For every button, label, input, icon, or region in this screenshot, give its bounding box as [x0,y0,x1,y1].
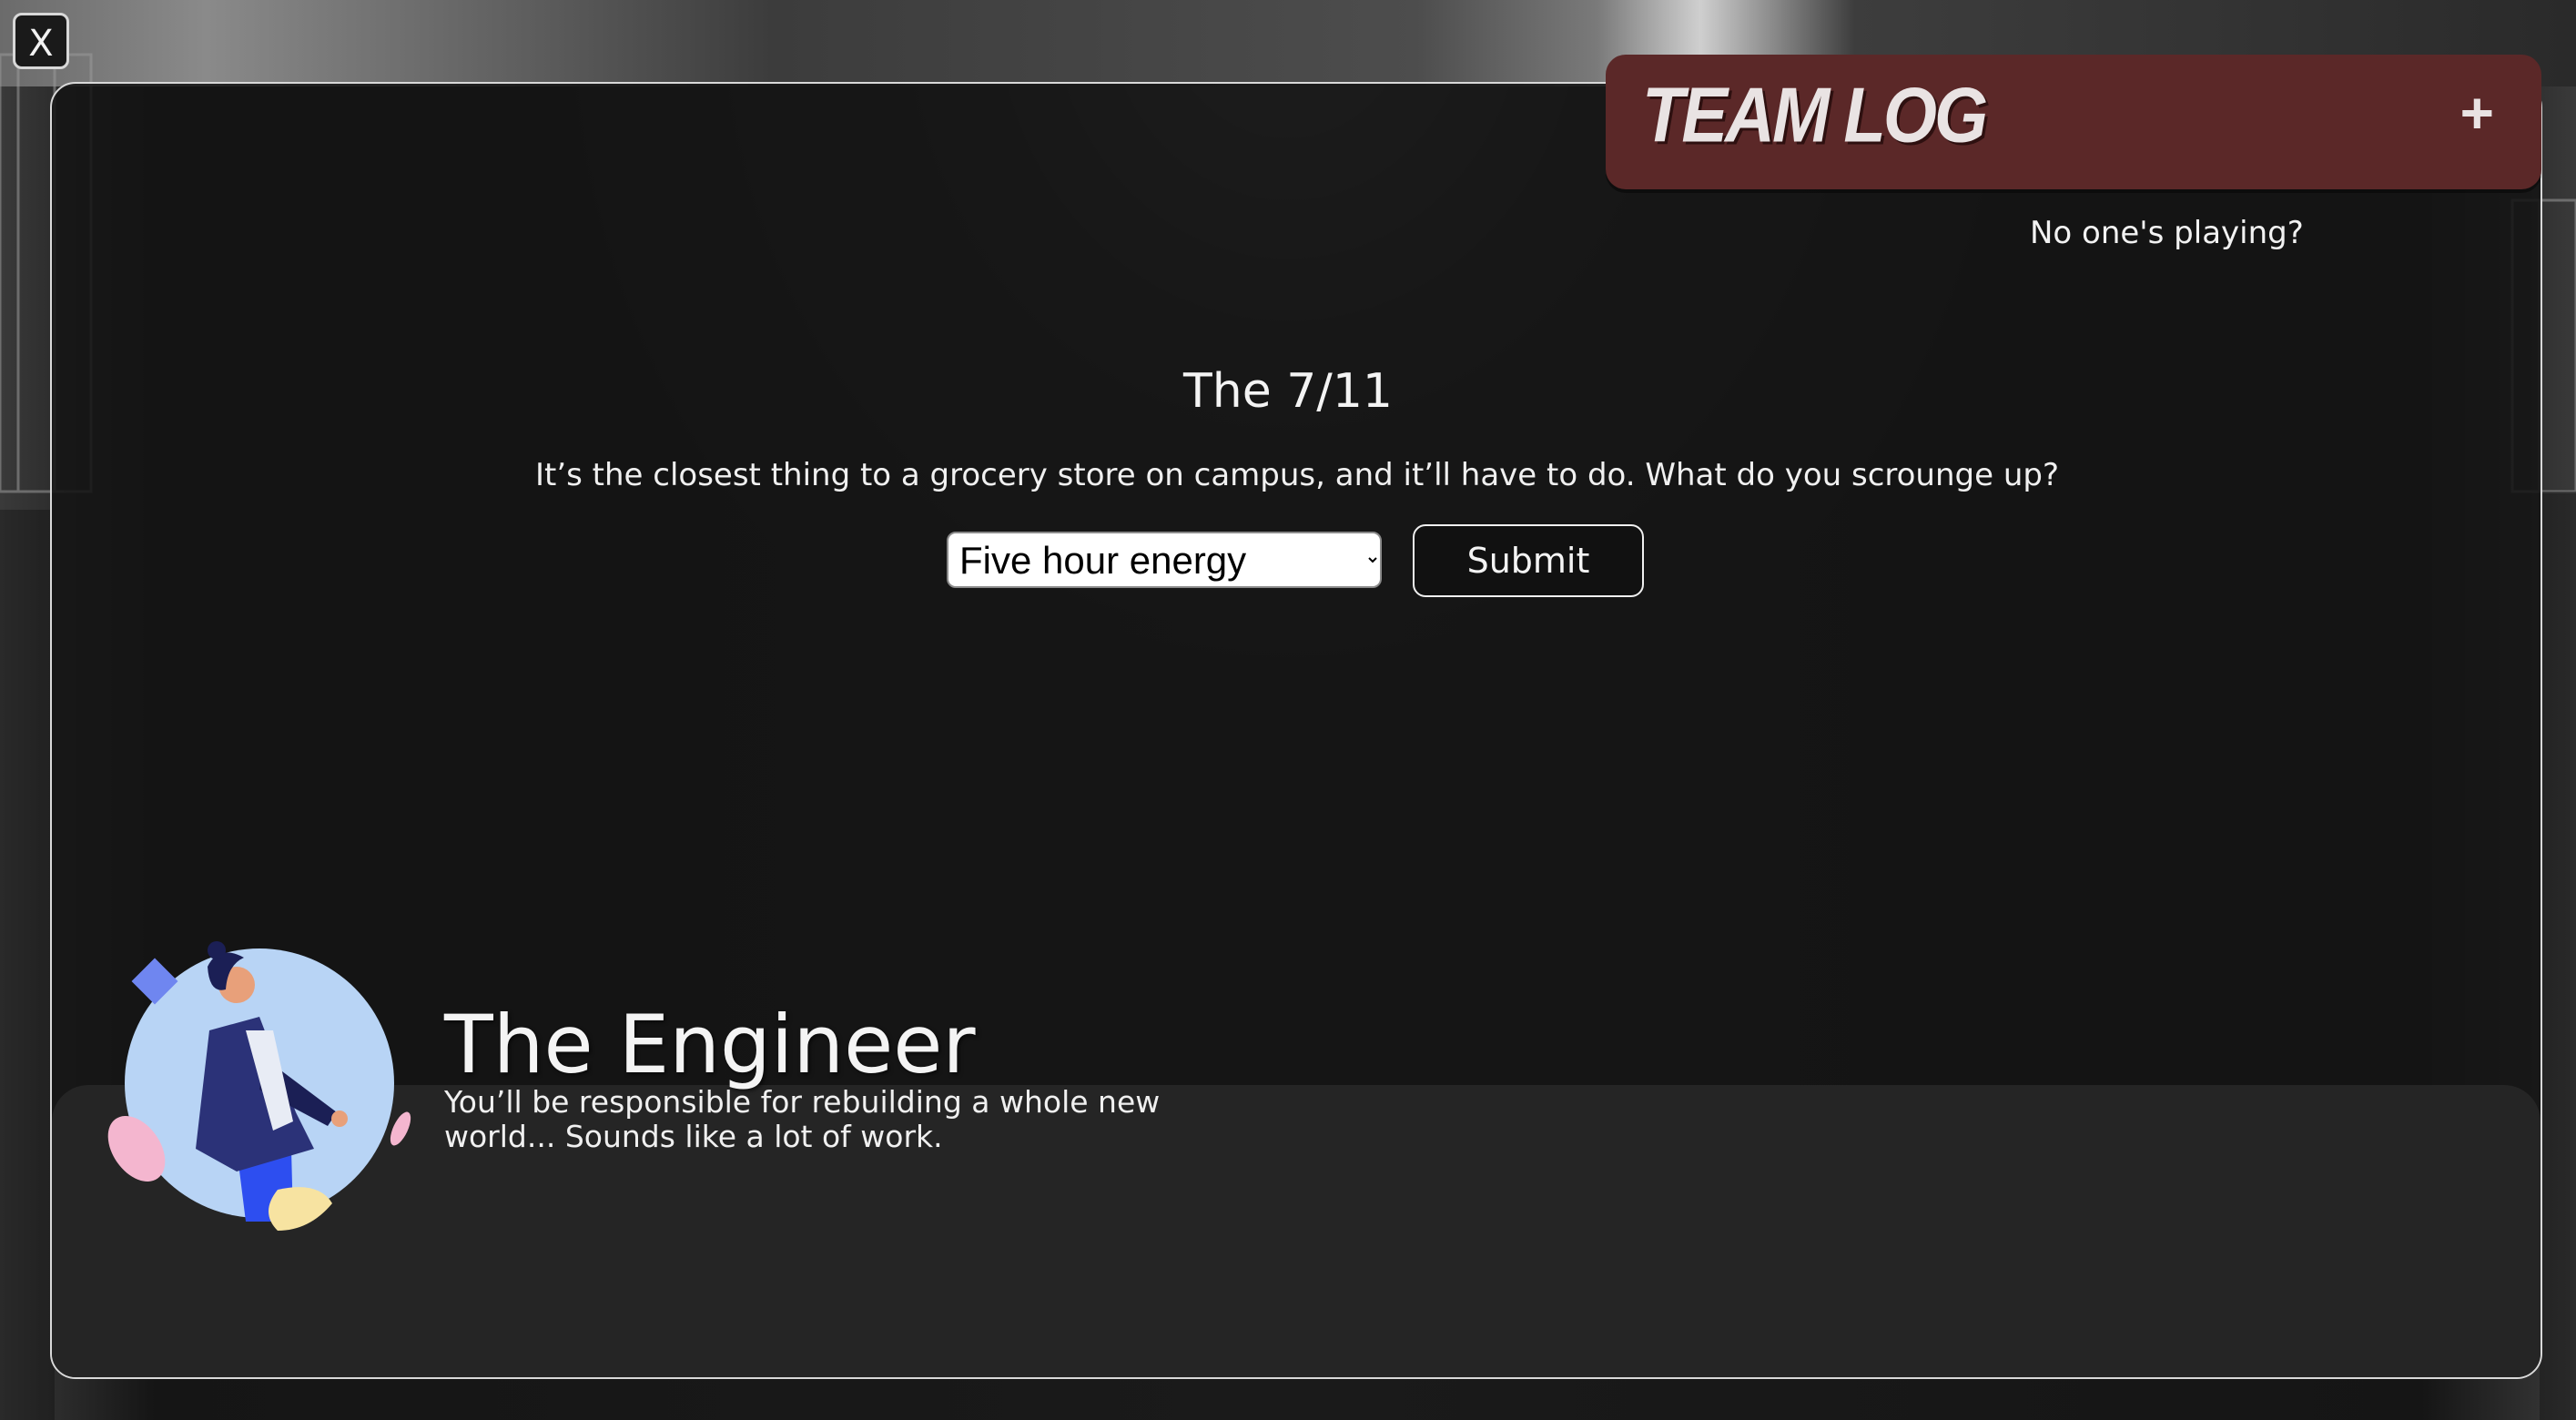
scene-title: The 7/11 [1182,364,1393,419]
scene-prompt: It’s the closest thing to a grocery stor… [534,457,2060,493]
character-card-background [52,1085,2541,1377]
close-button[interactable]: X [13,13,69,69]
team-log-header[interactable]: TEAM LOG + [1606,55,2541,189]
game-panel [50,82,2542,1379]
team-log-status: No one's playing? [2030,215,2304,251]
expand-team-log-button[interactable]: + [2460,84,2494,142]
team-log-title: TEAM LOG [1642,72,1988,159]
character-description: You’ll be responsible for rebuilding a w… [444,1084,1161,1154]
choice-dropdown[interactable]: Five hour energy [947,532,1382,588]
character-name: The Engineer [444,998,976,1091]
submit-button[interactable]: Submit [1413,524,1644,597]
engineer-avatar [107,941,411,1231]
